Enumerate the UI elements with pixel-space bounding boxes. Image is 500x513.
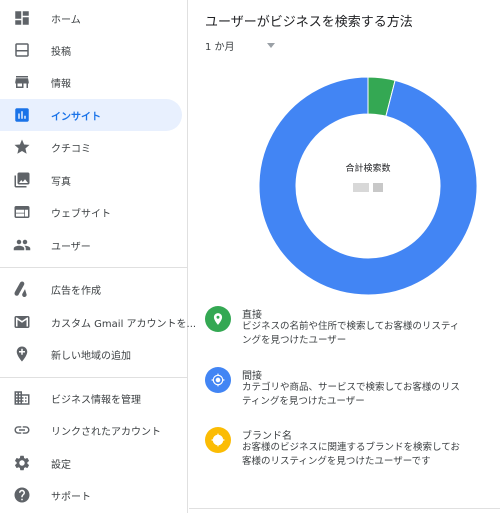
settings-icon: [13, 454, 31, 472]
insights-bar-chart-icon: [13, 106, 31, 124]
sidebar-item-label: カスタム Gmail アカウントを...: [51, 319, 197, 330]
sidebar-divider: [0, 267, 188, 268]
sidebar-item-posts[interactable]: 投稿: [0, 34, 182, 66]
legend-title: 直接: [242, 310, 262, 321]
sidebar-item-linked-accounts[interactable]: リンクされたアカウント: [0, 414, 182, 446]
people-icon: [13, 236, 31, 254]
sidebar-item-label: リンクされたアカウント: [51, 427, 161, 438]
dashboard-icon: [13, 9, 31, 27]
storefront-icon: [13, 73, 31, 91]
google-ads-icon: [13, 280, 31, 298]
sidebar-item-label: サポート: [51, 492, 91, 503]
brand-icon: [205, 427, 231, 453]
sidebar-item-label: ビジネス情報を管理: [51, 395, 141, 406]
add-location-icon: [13, 345, 31, 363]
chevron-down-icon: [267, 43, 275, 48]
total-searches-label: 合計検索数: [345, 164, 391, 174]
help-icon: [13, 486, 31, 504]
sidebar-item-reviews[interactable]: クチコミ: [0, 131, 182, 163]
gmail-icon: [13, 313, 31, 331]
sidebar-item-settings[interactable]: 設定: [0, 447, 182, 479]
page-title: ユーザーがビジネスを検索する方法: [205, 15, 413, 30]
insights-panel: ユーザーがビジネスを検索する方法 1 か月 合計検索数 直接 ビジネスの名前や住…: [189, 0, 500, 513]
location-pin-icon: [205, 306, 231, 332]
sidebar-item-label: 情報: [51, 79, 71, 90]
sidebar-item-label: 写真: [51, 177, 71, 188]
link-icon: [13, 421, 31, 439]
sidebar-item-info[interactable]: 情報: [0, 66, 182, 98]
redacted-block: [353, 183, 369, 192]
redacted-block: [373, 183, 383, 192]
sidebar-item-create-ad[interactable]: 広告を作成: [0, 273, 182, 305]
website-icon: [13, 203, 31, 221]
sidebar-item-label: 設定: [51, 460, 71, 471]
legend-description: お客様のビジネスに関連するブランドを検索してお客様のリスティングを見つけたユーザ…: [242, 442, 460, 467]
sidebar-item-label: 投稿: [51, 47, 71, 58]
photos-icon: [13, 171, 31, 189]
sidebar-item-label: 広告を作成: [51, 286, 101, 297]
sidebar-item-label: クチコミ: [51, 144, 91, 155]
sidebar-item-website[interactable]: ウェブサイト: [0, 196, 182, 228]
sidebar: ホーム 投稿 情報 インサイト クチコミ 写真 ウェブサイト ユーザー 広告を作…: [0, 0, 196, 513]
sidebar-divider: [0, 377, 188, 378]
legend-description: ビジネスの名前や住所で検索してお客様のリスティングを見つけたユーザー: [242, 321, 460, 346]
sidebar-item-photos[interactable]: 写真: [0, 164, 182, 196]
sidebar-item-label: ホーム: [51, 15, 81, 26]
sidebar-item-label: 新しい地域の追加: [51, 351, 131, 362]
sidebar-item-insights[interactable]: インサイト: [0, 99, 182, 131]
legend-description: カテゴリや商品、サービスで検索してお客様のリスティングを見つけたユーザー: [242, 382, 460, 407]
period-value: 1 か月: [205, 42, 235, 53]
legend-title: 間接: [242, 371, 262, 382]
search-donut-chart: 合計検索数: [258, 76, 478, 296]
sidebar-item-add-location[interactable]: 新しい地域の追加: [0, 338, 182, 370]
sidebar-item-label: ユーザー: [51, 242, 91, 253]
total-searches-value-redacted: [346, 183, 390, 193]
sidebar-item-home[interactable]: ホーム: [0, 2, 182, 34]
sidebar-item-label: ウェブサイト: [51, 209, 111, 220]
legend-title: ブランド名: [242, 431, 292, 442]
sidebar-item-manage-business[interactable]: ビジネス情報を管理: [0, 382, 182, 414]
sidebar-item-custom-gmail[interactable]: カスタム Gmail アカウントを...: [0, 306, 196, 338]
sidebar-item-label: インサイト: [51, 112, 101, 123]
star-icon: [13, 138, 31, 156]
sidebar-item-support[interactable]: サポート: [0, 479, 182, 511]
sidebar-item-users[interactable]: ユーザー: [0, 229, 182, 261]
discovery-icon: [205, 367, 231, 393]
business-icon: [13, 389, 31, 407]
panel-bottom-border: [189, 508, 500, 509]
posts-icon: [13, 41, 31, 59]
